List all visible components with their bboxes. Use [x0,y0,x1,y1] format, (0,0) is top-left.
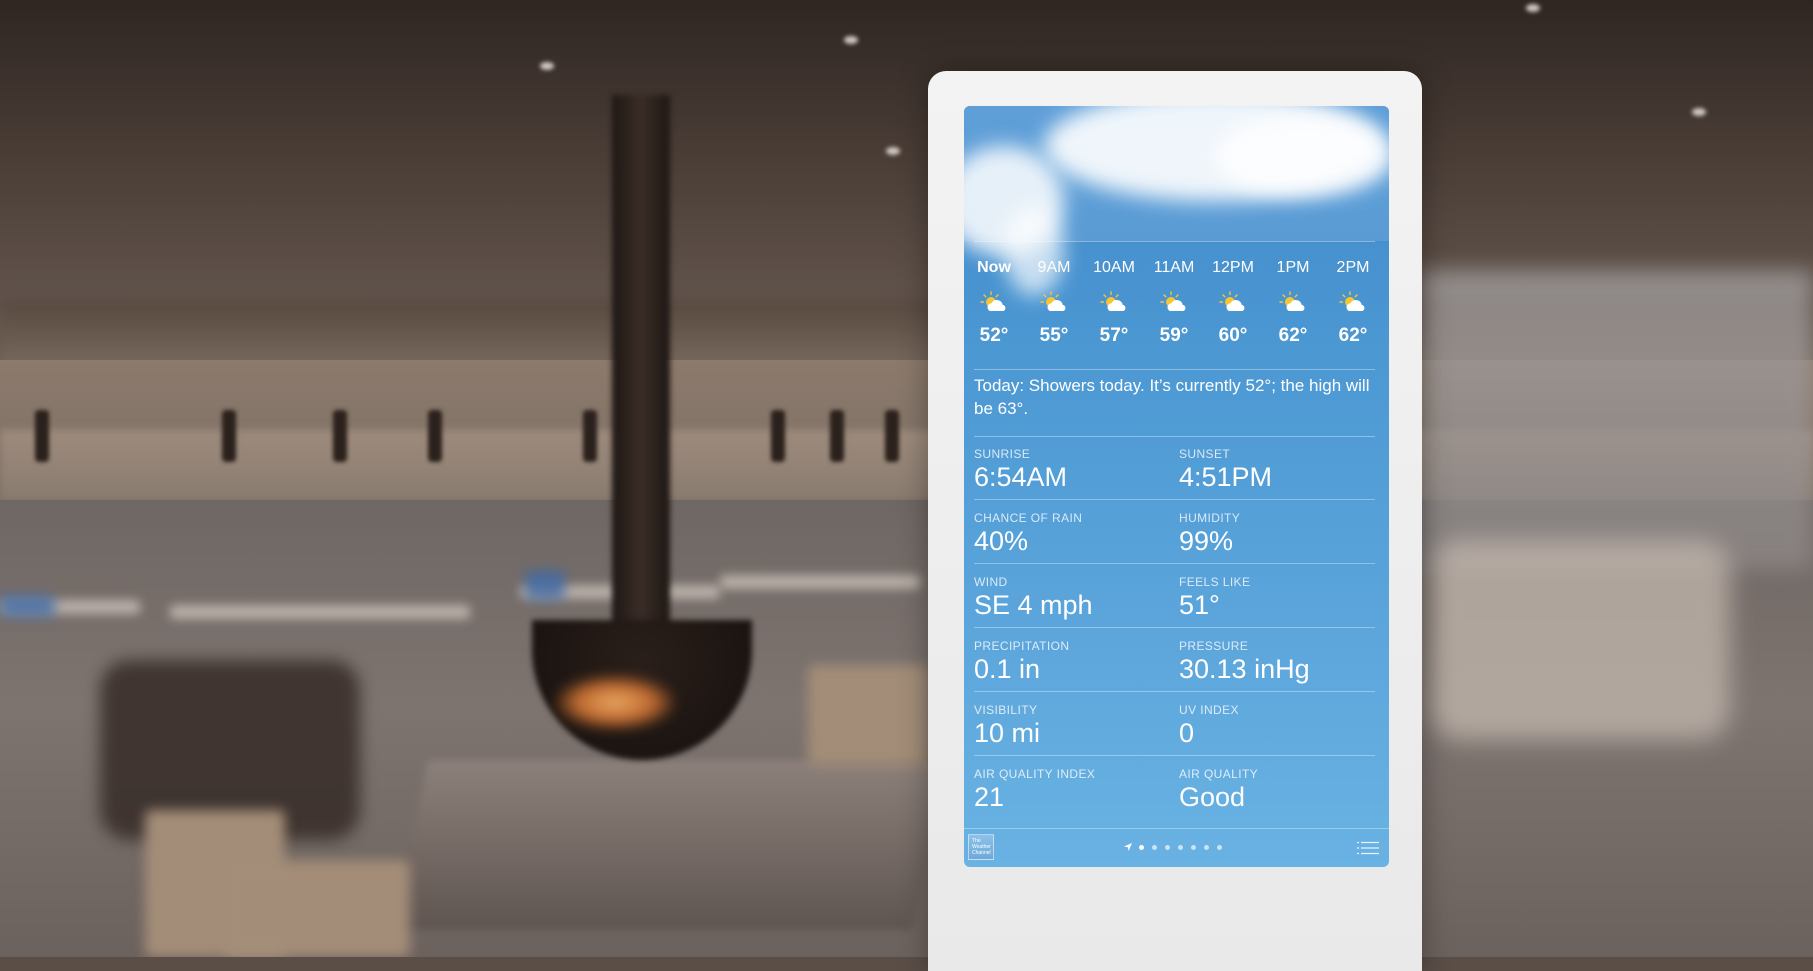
hour-label: 11AM [1153,259,1195,276]
footer-bar: The Weather Channel [964,828,1389,867]
hour-temperature: 59° [1159,325,1189,346]
sofa [1430,540,1730,740]
wall-sconce [35,410,49,462]
detail-value: 99% [1179,526,1234,556]
page-dot[interactable] [1178,845,1183,850]
detail-label: CHANCE OF RAIN [974,511,1083,525]
table [170,605,470,619]
list-icon[interactable] [1357,841,1379,855]
hour-label: 12PM [1212,259,1254,276]
partly-cloudy-icon [1339,291,1365,311]
detail-value: 0.1 in [974,654,1041,684]
cloud [1214,116,1389,196]
fire [555,675,675,730]
page-dot[interactable] [1217,845,1222,850]
detail-label: SUNRISE [974,447,1031,461]
partly-cloudy-icon [1160,291,1186,311]
blue-chair [0,595,55,617]
detail-value: 0 [1179,718,1195,748]
detail-row: CHANCE OF RAIN 40% HUMIDITY 99% [964,500,1389,564]
detail-row: VISIBILITY 10 mi UV INDEX 0 [964,692,1389,756]
ceiling-light [844,36,858,44]
detail-value: 51° [1179,590,1220,620]
blue-chair [525,570,565,600]
wall-sconce [830,410,844,462]
ceiling-light [540,62,554,70]
fireplace-platform [391,760,949,930]
wood-stool [225,860,410,957]
wood-stool [808,665,928,765]
hour-label: 10AM [1093,259,1135,276]
wall-sconce [222,410,236,462]
partly-cloudy-icon [1040,291,1066,311]
detail-label: PRECIPITATION [974,639,1070,653]
ceiling-light [1692,108,1706,116]
wall-sconce [885,410,899,462]
hour-temperature: 52° [979,325,1009,346]
fireplace-chimney [612,95,670,655]
daily-summary: Today: Showers today. It’s currently 52°… [974,376,1370,418]
weather-channel-logo[interactable]: The Weather Channel [968,834,994,860]
wall-sconce [583,410,597,462]
detail-row: SUNRISE 6:54AM SUNSET 4:51PM [964,436,1389,500]
detail-value: 10 mi [974,718,1041,748]
partly-cloudy-icon [1100,291,1126,311]
detail-row: WIND SE 4 mph FEELS LIKE 51° [964,564,1389,628]
partly-cloudy-icon [1219,291,1245,311]
detail-value: 4:51PM [1179,462,1273,492]
hour-temperature: 62° [1338,325,1368,346]
partly-cloudy-icon [980,291,1006,311]
detail-row: PRECIPITATION 0.1 in PRESSURE 30.13 inHg [964,628,1389,692]
hour-label: 2PM [1336,259,1370,276]
detail-row: AIR QUALITY INDEX 21 AIR QUALITY Good [964,756,1389,820]
page-dot[interactable] [1139,845,1144,850]
ceiling-light [886,147,900,155]
detail-label: AIR QUALITY [1179,767,1259,781]
weather-screen: Now 52° 9AM 55° 10AM 57° 11AM 59° 12PM 60° 1PM 62° 2… [964,106,1389,867]
detail-value: 21 [974,782,1005,812]
decor-wall [1420,270,1813,570]
wall-sconce [771,410,785,462]
detail-label: SUNSET [1179,447,1231,461]
ceiling-light [1526,4,1540,12]
detail-label: WIND [974,575,1008,589]
page-dot[interactable] [1165,845,1170,850]
hour-temperature: 55° [1039,325,1069,346]
background-photo [0,0,1813,957]
hour-label: 1PM [1276,259,1310,276]
page-dot[interactable] [1204,845,1209,850]
divider [974,369,1375,370]
detail-label: AIR QUALITY INDEX [974,767,1096,781]
hour-label: 9AM [1037,259,1071,276]
location-arrow-icon [1124,843,1132,851]
detail-label: VISIBILITY [974,703,1038,717]
partly-cloudy-icon [1279,291,1305,311]
detail-value: 40% [974,526,1029,556]
detail-label: HUMIDITY [1179,511,1241,525]
wall-sconce [428,410,442,462]
detail-value: 6:54AM [974,462,1068,492]
detail-label: UV INDEX [1179,703,1239,717]
detail-label: PRESSURE [1179,639,1249,653]
page-dot[interactable] [1152,845,1157,850]
detail-label: FEELS LIKE [1179,575,1251,589]
sky-backdrop [964,106,1389,296]
wall-sconce [333,410,347,462]
hour-temperature: 60° [1218,325,1248,346]
detail-value: SE 4 mph [974,590,1093,620]
detail-value: 30.13 inHg [1179,654,1310,684]
page-dot[interactable] [1191,845,1196,850]
hour-label: Now [977,259,1011,276]
detail-value: Good [1179,782,1246,812]
hour-temperature: 62° [1278,325,1308,346]
hour-temperature: 57° [1099,325,1129,346]
table [720,575,920,589]
